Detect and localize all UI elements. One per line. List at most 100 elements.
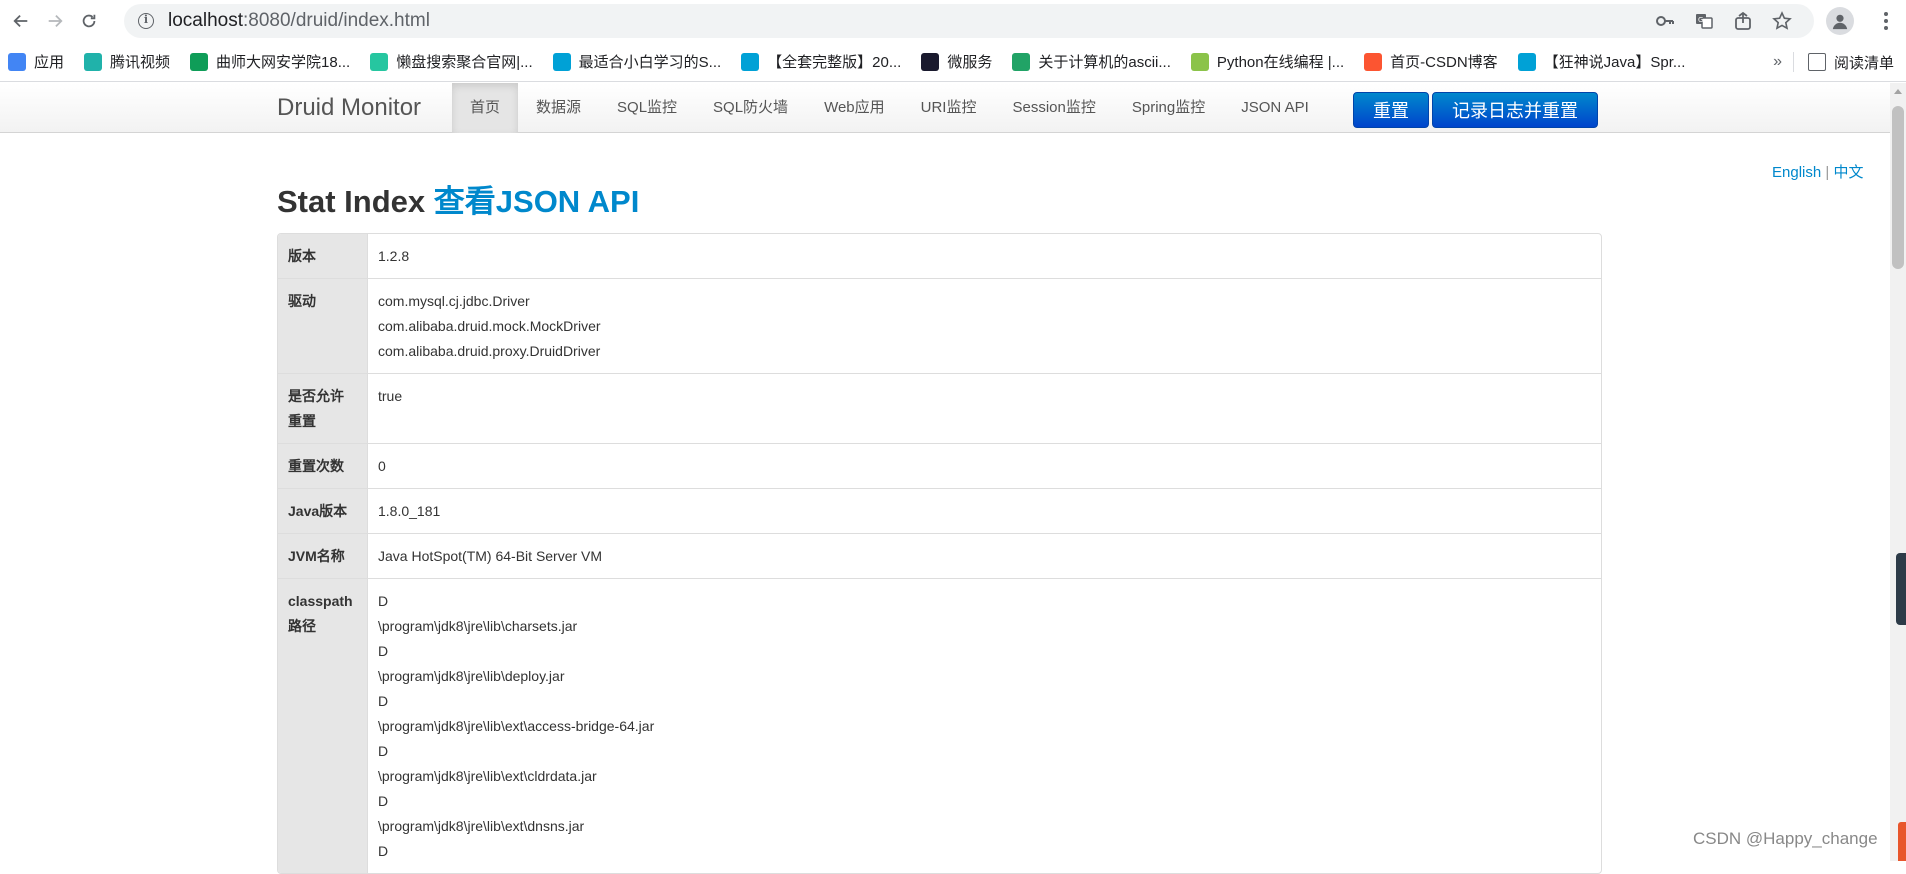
druid-nav-menu: 首页 数据源 SQL监控 SQL防火墙 Web应用 URI监控 Session监控 Sprin…	[452, 83, 1327, 133]
value-line: com.alibaba.druid.proxy.DruidDriver	[378, 343, 601, 359]
browser-menu-button[interactable]	[1876, 10, 1896, 32]
reload-button[interactable]	[76, 8, 102, 34]
value-line: D	[378, 593, 389, 609]
log-and-reset-button[interactable]: 记录日志并重置	[1432, 92, 1598, 128]
reading-list-label: 阅读清单	[1833, 54, 1894, 72]
sheet-icon	[190, 52, 209, 71]
bookmark-item[interactable]: 【狂神说Java】Spr...	[1517, 42, 1686, 81]
lang-english-link[interactable]: English	[1772, 164, 1821, 181]
star-icon[interactable]	[1772, 11, 1792, 31]
site-info-icon[interactable]	[138, 13, 154, 29]
person-icon	[1832, 14, 1848, 30]
f-letter-icon	[921, 52, 940, 71]
row-value: D \program\jdk8\jre\lib\charsets.jar D \pro…	[368, 578, 1601, 873]
row-value: 1.8.0_181	[368, 488, 1601, 533]
value-line: \program\jdk8\jre\lib\ext\cldrdata.jar	[378, 768, 597, 784]
bilibili-icon	[552, 52, 571, 71]
bookmark-item[interactable]: 最适合小白学习的S...	[552, 42, 721, 81]
page-title-text: Stat Index	[277, 184, 426, 219]
value-line: true	[378, 388, 403, 404]
nav-item-7[interactable]: Spring监控	[1114, 83, 1223, 133]
nav-item-2[interactable]: SQL监控	[599, 83, 695, 133]
value-line: \program\jdk8\jre\lib\deploy.jar	[378, 668, 565, 684]
table-row: 重置次数 0	[278, 443, 1601, 488]
value-line: \program\jdk8\jre\lib\charsets.jar	[378, 618, 578, 634]
bookmark-label: Python在线编程 |...	[1216, 54, 1345, 71]
share-icon[interactable]	[1733, 11, 1753, 31]
nav-item-6[interactable]: Session监控	[994, 83, 1113, 133]
side-widget-tab[interactable]	[1896, 553, 1906, 625]
page-title: Stat Index 查看JSON API	[277, 176, 639, 221]
bookmark-item[interactable]: 微服务	[921, 42, 993, 81]
bookmark-label: 关于计算机的ascii...	[1038, 54, 1171, 71]
nav-item-3[interactable]: SQL防火墙	[695, 83, 806, 133]
table-row: JVM名称 Java HotSpot(TM) 64-Bit Server VM	[278, 533, 1601, 578]
bookmark-label: 微服务	[947, 54, 993, 71]
stat-index-table: 版本 1.2.8 驱动 com.mysql.cj.jdbc.Driver com.ali…	[277, 233, 1602, 874]
language-switcher: English | 中文	[1772, 161, 1863, 182]
bookmarks-overflow-button[interactable]: »	[1773, 42, 1782, 82]
nav-item-8[interactable]: JSON API	[1223, 83, 1327, 133]
bookmark-item[interactable]: Python在线编程 |...	[1190, 42, 1345, 81]
lang-chinese-link[interactable]: 中文	[1833, 164, 1863, 181]
value-line: 1.8.0_181	[378, 503, 441, 519]
lang-separator: |	[1825, 164, 1830, 181]
bilibili-icon	[741, 52, 760, 71]
side-widget-tab-csdn[interactable]	[1898, 822, 1906, 861]
scrollbar-thumb[interactable]	[1892, 106, 1904, 269]
value-line: 1.2.8	[378, 248, 410, 264]
value-line: \program\jdk8\jre\lib\ext\access-bridge-…	[378, 718, 655, 734]
value-line: D	[378, 743, 389, 759]
tencent-video-icon	[84, 52, 103, 71]
row-value: true	[368, 373, 1601, 443]
druid-brand[interactable]: Druid Monitor	[277, 83, 421, 133]
value-line: com.mysql.cj.jdbc.Driver	[378, 293, 530, 309]
forward-button[interactable]	[42, 8, 68, 34]
row-value: com.mysql.cj.jdbc.Driver com.alibaba.drui…	[368, 278, 1601, 373]
value-line: \program\jdk8\jre\lib\ext\dnsns.jar	[378, 818, 585, 834]
csdn-watermark: CSDN @Happy_change	[1693, 829, 1878, 848]
bookmark-item[interactable]: 懒盘搜索聚合官网|...	[370, 42, 533, 81]
nav-item-1[interactable]: 数据源	[518, 83, 599, 133]
bookmarks-separator	[1793, 52, 1794, 72]
back-button[interactable]	[8, 8, 34, 34]
row-key: 是否允许重置	[278, 373, 368, 443]
druid-navbar: Druid Monitor 首页 数据源 SQL监控 SQL防火墙 Web应用 URI监控…	[0, 83, 1890, 133]
reading-list-button[interactable]: 阅读清单	[1807, 42, 1894, 82]
nav-item-5[interactable]: URI监控	[903, 83, 995, 133]
nav-item-4[interactable]: Web应用	[806, 83, 903, 133]
profile-avatar[interactable]	[1826, 7, 1854, 35]
row-key: Java版本	[278, 488, 368, 533]
bookmark-label: 应用	[34, 54, 65, 71]
url-text[interactable]: localhost:8080/druid/index.html	[168, 10, 430, 32]
row-value: 1.2.8	[368, 234, 1601, 278]
value-line: com.alibaba.druid.mock.MockDriver	[378, 318, 601, 334]
nav-item-0[interactable]: 首页	[452, 83, 519, 133]
view-json-api-link[interactable]: 查看JSON API	[434, 184, 640, 219]
leaf-icon	[1012, 52, 1031, 71]
address-bar[interactable]: localhost:8080/druid/index.html G	[124, 4, 1814, 38]
row-key: 重置次数	[278, 443, 368, 488]
scroll-up-arrow-icon[interactable]	[1894, 89, 1902, 94]
row-key: classpath路径	[278, 578, 368, 873]
reload-icon	[82, 14, 96, 28]
table-row: 是否允许重置 true	[278, 373, 1601, 443]
row-value: Java HotSpot(TM) 64-Bit Server VM	[368, 533, 1601, 578]
bookmark-item[interactable]: 应用	[8, 42, 65, 81]
bookmark-item[interactable]: 首页-CSDN博客	[1364, 42, 1498, 81]
key-icon[interactable]	[1655, 11, 1675, 31]
bookmark-item[interactable]: 曲师大网安学院18...	[190, 42, 350, 81]
bookmark-item[interactable]: 【全套完整版】20...	[741, 42, 902, 81]
bookmark-item[interactable]: 腾讯视频	[84, 42, 171, 81]
bookmark-label: 【狂神说Java】Spr...	[1543, 54, 1686, 71]
table-row: classpath路径 D \program\jdk8\jre\lib\charse…	[278, 578, 1601, 873]
bookmarks-bar: 应用 腾讯视频 曲师大网安学院18... 懒盘搜索聚合官网|... 最适合小白学习的S.…	[0, 42, 1906, 82]
value-line: D	[378, 843, 389, 859]
translate-icon[interactable]: G	[1694, 11, 1714, 31]
bookmark-label: 腾讯视频	[110, 54, 171, 71]
reset-button[interactable]: 重置	[1353, 92, 1429, 128]
value-line: D	[378, 643, 389, 659]
bookmark-label: 【全套完整版】20...	[767, 54, 902, 71]
bookmark-item[interactable]: 关于计算机的ascii...	[1012, 42, 1171, 81]
reading-list-icon	[1807, 53, 1826, 71]
